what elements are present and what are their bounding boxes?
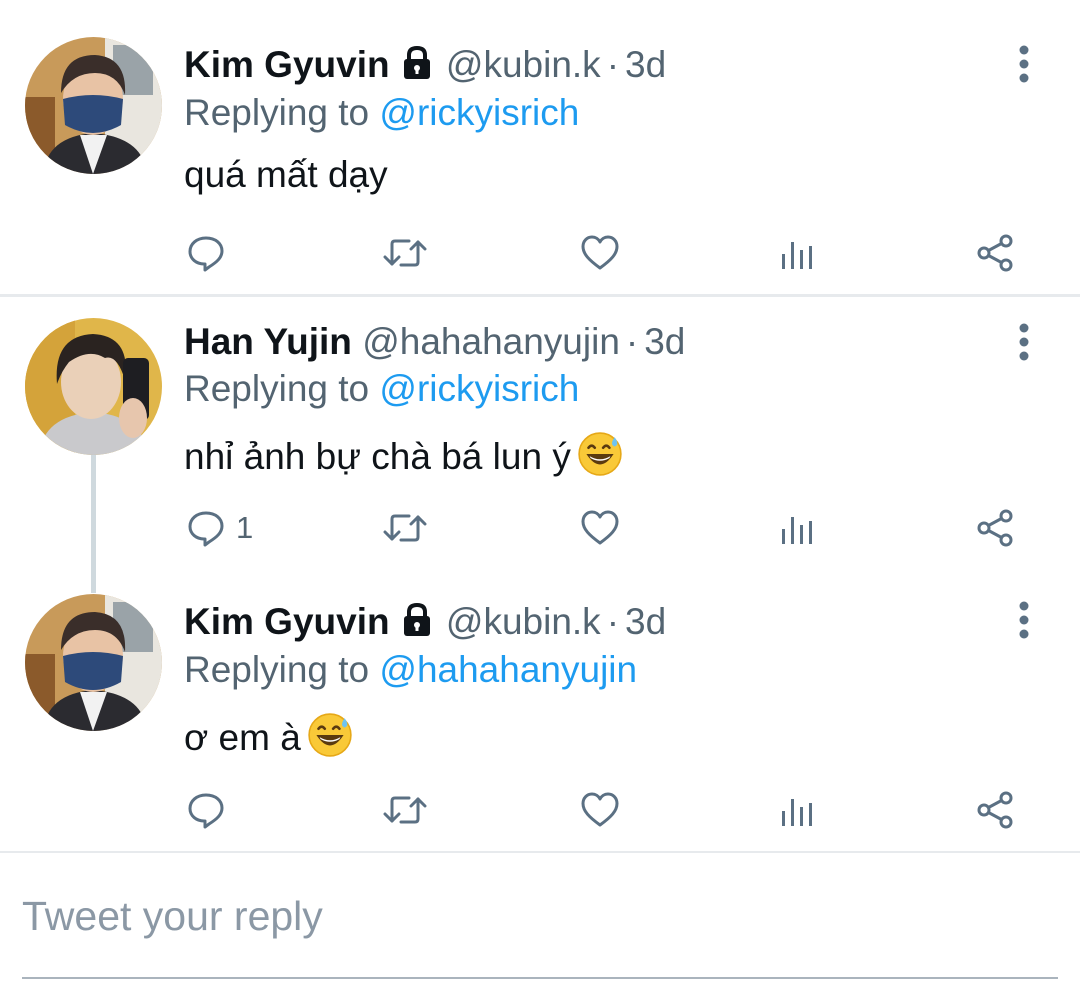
views-icon [779,233,815,273]
display-name[interactable]: Kim Gyuvin [184,601,390,642]
reply-icon [186,508,226,548]
like-button[interactable] [580,790,620,830]
timestamp[interactable]: 3d [625,601,666,642]
views-button[interactable] [779,233,815,273]
replying-to: Replying to @rickyisrich [184,91,579,135]
separator: · [606,44,620,85]
reply-count: 1 [236,510,254,545]
avatar[interactable] [25,37,162,174]
reply-button[interactable]: 1 [186,508,253,548]
avatar-image [25,318,162,455]
user-handle[interactable]: @kubin.k [446,601,601,642]
replying-to: Replying to @rickyisrich [184,367,579,411]
tweet-header: Han Yujin @hahahanyujin · 3d [184,320,685,364]
timestamp[interactable]: 3d [644,321,685,362]
tweet-actions [0,790,1080,830]
replying-prefix: Replying to [184,649,370,690]
tweet-text-content: nhỉ ảnh bự chà bá lun ý [184,436,571,477]
tweet-text-content: ơ em à [184,717,301,758]
views-icon [779,508,815,548]
more-icon [1012,600,1036,640]
mention-link[interactable]: @rickyisrich [379,92,579,133]
compose-underline [22,977,1058,979]
tweet-text: nhỉ ảnh bự chà bá lun ý [184,431,623,487]
tweet-actions [0,233,1080,273]
avatar[interactable] [25,318,162,455]
reply-button[interactable] [186,233,226,273]
grinning-sweat-emoji [307,712,353,768]
divider [0,294,1080,297]
lock-icon [398,45,436,91]
display-name[interactable]: Kim Gyuvin [184,44,390,85]
more-icon [1012,322,1036,362]
reply-icon [186,790,226,830]
avatar[interactable] [25,594,162,731]
timestamp[interactable]: 3d [625,44,666,85]
tweet-thread: Kim Gyuvin @kubin.k · 3d Replying to @rick… [0,0,1080,990]
retweet-button[interactable] [383,508,427,548]
divider [0,851,1080,853]
share-button[interactable] [975,508,1015,548]
replying-prefix: Replying to [184,368,370,409]
lock-icon [398,602,436,648]
share-icon [975,233,1015,273]
thread-connector [91,455,96,593]
retweet-icon [383,233,427,273]
like-icon [580,233,620,273]
tweet-actions: 1 [0,508,1080,548]
retweet-icon [383,508,427,548]
views-button[interactable] [779,790,815,830]
more-options-button[interactable] [1012,600,1036,640]
reply-icon [186,233,226,273]
tweet[interactable]: Han Yujin @hahahanyujin · 3d Replying to @… [0,300,1080,578]
avatar-image [25,37,162,174]
like-button[interactable] [580,233,620,273]
grinning-sweat-emoji [577,431,623,487]
mention-link[interactable]: @hahahanyujin [379,649,637,690]
like-button[interactable] [580,508,620,548]
views-button[interactable] [779,508,815,548]
replying-prefix: Replying to [184,92,370,133]
retweet-icon [383,790,427,830]
more-icon [1012,44,1036,84]
mention-link[interactable]: @rickyisrich [379,368,579,409]
views-icon [779,790,815,830]
tweet-text: quá mất dạy [184,153,388,197]
retweet-button[interactable] [383,790,427,830]
tweet-header: Kim Gyuvin @kubin.k · 3d [184,43,666,91]
replying-to: Replying to @hahahanyujin [184,648,637,692]
user-handle[interactable]: @hahahanyujin [362,321,620,362]
tweet-header: Kim Gyuvin @kubin.k · 3d [184,600,666,648]
like-icon [580,790,620,830]
tweet[interactable]: Kim Gyuvin @kubin.k · 3d Replying to @haha… [0,578,1080,851]
display-name[interactable]: Han Yujin [184,321,352,362]
share-icon [975,790,1015,830]
reply-compose-input[interactable]: Tweet your reply [22,893,323,940]
share-button[interactable] [975,790,1015,830]
user-handle[interactable]: @kubin.k [446,44,601,85]
more-options-button[interactable] [1012,322,1036,362]
more-options-button[interactable] [1012,44,1036,84]
share-icon [975,508,1015,548]
separator: · [606,601,620,642]
separator: · [625,321,639,362]
tweet-text: ơ em à [184,712,353,768]
avatar-image [25,594,162,731]
reply-button[interactable] [186,790,226,830]
tweet[interactable]: Kim Gyuvin @kubin.k · 3d Replying to @rick… [0,0,1080,295]
retweet-button[interactable] [383,233,427,273]
like-icon [580,508,620,548]
share-button[interactable] [975,233,1015,273]
tweet-text-content: quá mất dạy [184,154,388,195]
